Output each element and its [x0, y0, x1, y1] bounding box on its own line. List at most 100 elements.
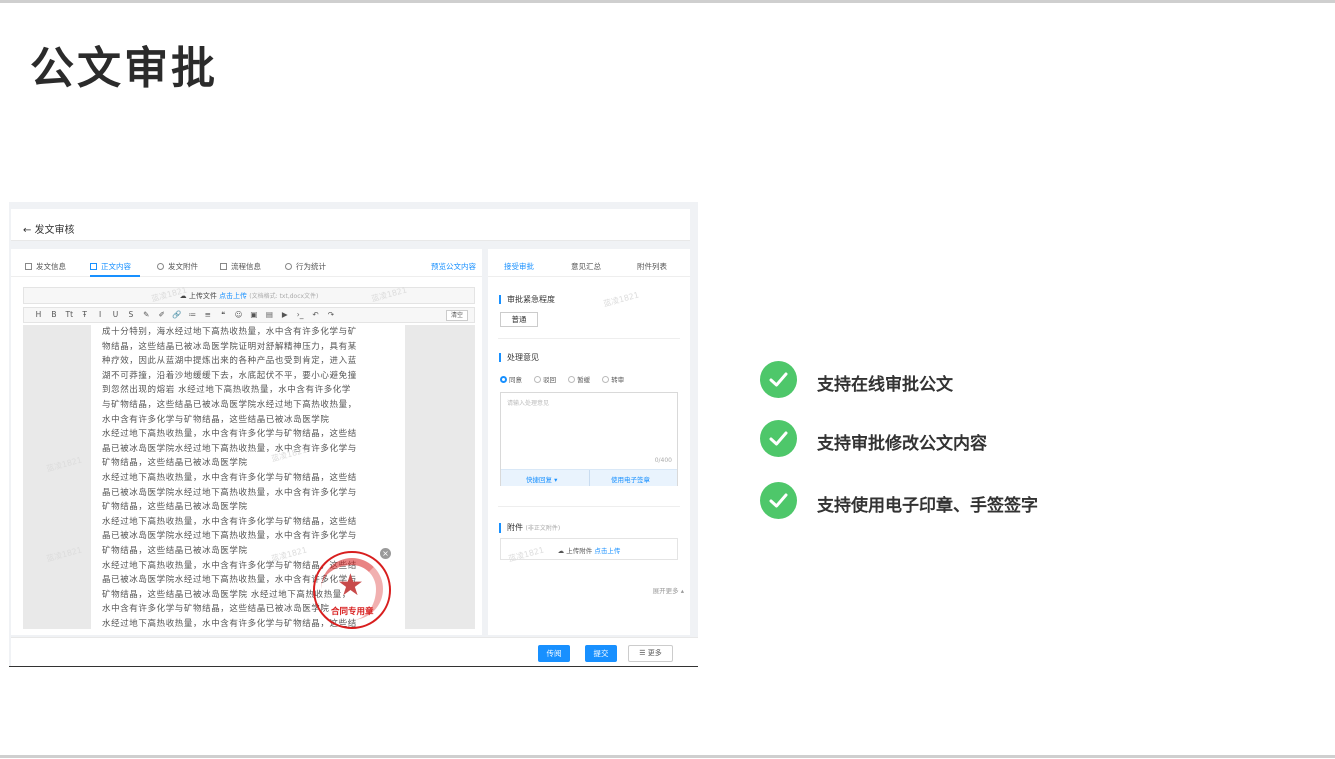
- font-size-tool[interactable]: Tt: [63, 310, 76, 319]
- document-panel: 发文信息 正文内容 发文附件 流程信息 行为统计 预览公文内容 ☁ 上传文件 点…: [11, 249, 482, 635]
- submit-button[interactable]: 提交: [585, 645, 617, 662]
- cloud-upload-icon: ☁: [557, 547, 567, 555]
- app-screenshot: ← 发文审核 发文信息 正文内容 发文附件 流程信息 行为统计 预览公文内容 ☁…: [9, 202, 698, 667]
- document-tabs: 发文信息 正文内容 发文附件 流程信息 行为统计 预览公文内容: [11, 249, 482, 277]
- seal-text: 合同专用章: [331, 607, 374, 617]
- check-icon: [760, 361, 797, 398]
- brush-icon[interactable]: ✐: [155, 310, 168, 319]
- tab-accept-approval[interactable]: 接受审批: [504, 261, 534, 272]
- quick-reply-button[interactable]: 快捷回复 ▾: [526, 474, 557, 484]
- active-tab-indicator: [90, 275, 140, 277]
- italic-tool[interactable]: I: [94, 310, 107, 319]
- doc-line: 水经过地下高热收热量，水中含有许多化学与矿物结晶，这些结: [102, 429, 357, 440]
- urgency-select[interactable]: 普通: [500, 312, 538, 327]
- feature-text: 支持使用电子印章、手签签字: [817, 496, 1038, 516]
- tab-body-content[interactable]: 正文内容: [90, 261, 131, 272]
- electronic-seal[interactable]: ★ 合同专用章: [313, 551, 391, 629]
- upload-button[interactable]: 点击上传: [219, 292, 247, 300]
- attachment-title: 附件 (非正文附件): [499, 523, 560, 533]
- feature-text: 支持在线审批公文: [817, 375, 953, 395]
- doc-line: 水经过地下高热收热量，水中含有许多化学与矿物结晶，这些结: [102, 472, 357, 483]
- attachment-upload-button[interactable]: 点击上传: [594, 547, 620, 555]
- heading-tool[interactable]: H: [32, 310, 45, 319]
- close-icon[interactable]: ×: [380, 548, 391, 559]
- link-icon: [157, 263, 164, 270]
- quote-tool-icon[interactable]: ❝: [217, 310, 230, 319]
- bold-tool[interactable]: B: [47, 310, 60, 319]
- upload-label: 上传文件: [188, 292, 217, 300]
- opinion-textarea[interactable]: 请输入处理意见 0/400 快捷回复 ▾ 使用电子签章: [500, 392, 678, 486]
- table-icon: [25, 263, 32, 270]
- check-icon: [760, 482, 797, 519]
- check-icon: [760, 420, 797, 457]
- chart-icon: [285, 263, 292, 270]
- expand-more-link[interactable]: 展开更多 ▴: [653, 585, 684, 595]
- urgency-title: 审批紧急程度: [499, 295, 555, 304]
- doc-line: 与矿物结晶，这些结晶已被冰岛医学院水经过地下高热收热量，: [102, 399, 357, 410]
- opinion-title: 处理意见: [499, 353, 539, 362]
- video-tool-icon[interactable]: ▶: [278, 310, 291, 319]
- image-tool-icon[interactable]: ▣: [247, 310, 260, 319]
- code-tool-icon[interactable]: ›_: [294, 310, 307, 319]
- doc-line: 水中含有许多化学与矿物结晶，这些结晶已被冰岛医学院: [102, 414, 330, 425]
- radio-reject[interactable]: 驳回: [534, 374, 556, 384]
- editor-toolbar: H B Tt Ŧ I U S ✎ ✐ 🔗 ≔ ≡ ❝ ☺ ▣ ▤ ▶ ›_ ↶ …: [23, 307, 475, 323]
- doc-line: 水经过地下高热收热量，水中含有许多化学与矿物结晶，这些结: [102, 516, 357, 527]
- opinion-options: 同意 驳回 暂缓 转审: [500, 374, 634, 384]
- radio-transfer[interactable]: 转审: [602, 374, 624, 384]
- doc-line: 成十分特别，海水经过地下高热收热量，水中含有许多化学与矿: [102, 327, 357, 337]
- opinion-actions: 快捷回复 ▾ 使用电子签章: [501, 469, 677, 486]
- redo-icon[interactable]: ↷: [324, 310, 337, 319]
- list-tool-icon[interactable]: ≔: [186, 310, 199, 319]
- radio-agree[interactable]: 同意: [500, 374, 522, 384]
- slide-title: 公文审批: [30, 43, 218, 94]
- link-tool-icon[interactable]: 🔗: [171, 310, 184, 319]
- char-count: 0/400: [654, 457, 672, 464]
- divider: [498, 338, 680, 339]
- bottom-divider: [0, 755, 1335, 758]
- more-button[interactable]: ☰ 更多: [628, 645, 673, 662]
- tab-opinion-summary[interactable]: 意见汇总: [571, 261, 601, 272]
- document-icon: [90, 263, 97, 270]
- doc-line: 种疗效，因此从蓝湖中提炼出来的各种产品也受到肯定，进入蓝: [102, 356, 357, 367]
- tab-attachments[interactable]: 发文附件: [157, 261, 198, 272]
- doc-line: 湖不可莽撞，沿着沙地缓缓下去，水底起伏不平，要小心避免撞: [102, 370, 357, 381]
- doc-line: 晶已被冰岛医学院水经过地下高热收热量，水中含有许多化学与: [102, 443, 357, 454]
- tab-behavior-stats[interactable]: 行为统计: [285, 261, 326, 272]
- feature-text: 支持审批修改公文内容: [817, 434, 987, 454]
- font-tool[interactable]: Ŧ: [78, 310, 91, 319]
- upload-hint: (文档格式: txt,docx文件): [249, 293, 319, 300]
- upload-bar: ☁ 上传文件 点击上传 (文档格式: txt,docx文件): [23, 287, 475, 304]
- approval-tabs: 接受审批 意见汇总 附件列表: [488, 249, 690, 277]
- divider: [589, 470, 590, 486]
- star-icon: ★: [337, 568, 364, 603]
- clear-button[interactable]: 清空: [446, 310, 468, 321]
- radio-postpone[interactable]: 暂缓: [568, 374, 590, 384]
- opinion-placeholder: 请输入处理意见: [507, 400, 550, 407]
- doc-line: 到忽然出现的熔岩 水经过地下高热收热量，水中含有许多化学: [102, 385, 352, 396]
- emoji-tool-icon[interactable]: ☺: [232, 310, 245, 319]
- table-tool-icon[interactable]: ▤: [263, 310, 276, 319]
- divider: [498, 506, 680, 507]
- tab-attachment-list[interactable]: 附件列表: [637, 261, 667, 272]
- doc-line: 矿物结晶，这些结晶已被冰岛医学院: [102, 458, 248, 469]
- doc-line: 晶已被冰岛医学院水经过地下高热收热量，水中含有许多化学与: [102, 531, 357, 542]
- underline-tool[interactable]: U: [109, 310, 122, 319]
- watermark: 蓝凌1821: [602, 290, 640, 309]
- back-link[interactable]: ← 发文审核: [23, 225, 75, 236]
- flow-icon: [220, 263, 227, 270]
- tab-flow-info[interactable]: 流程信息: [220, 261, 261, 272]
- strikethrough-tool[interactable]: S: [124, 310, 137, 319]
- pen-icon[interactable]: ✎: [140, 310, 153, 319]
- tab-doc-info[interactable]: 发文信息: [25, 261, 66, 272]
- top-divider: [0, 0, 1335, 3]
- doc-line: 晶已被冰岛医学院水经过地下高热收热量，水中含有许多化学与: [102, 487, 357, 498]
- doc-line: 矿物结晶，这些结晶已被冰岛医学院: [102, 502, 248, 513]
- doc-line: 物结晶，这些结晶已被冰岛医学院证明对舒解精神压力，具有某: [102, 341, 357, 352]
- e-signature-button[interactable]: 使用电子签章: [611, 474, 650, 484]
- undo-icon[interactable]: ↶: [309, 310, 322, 319]
- preview-link[interactable]: 预览公文内容: [431, 261, 476, 272]
- circulate-button[interactable]: 传阅: [538, 645, 570, 662]
- page-header: ← 发文审核: [11, 209, 690, 241]
- align-tool-icon[interactable]: ≡: [201, 310, 214, 319]
